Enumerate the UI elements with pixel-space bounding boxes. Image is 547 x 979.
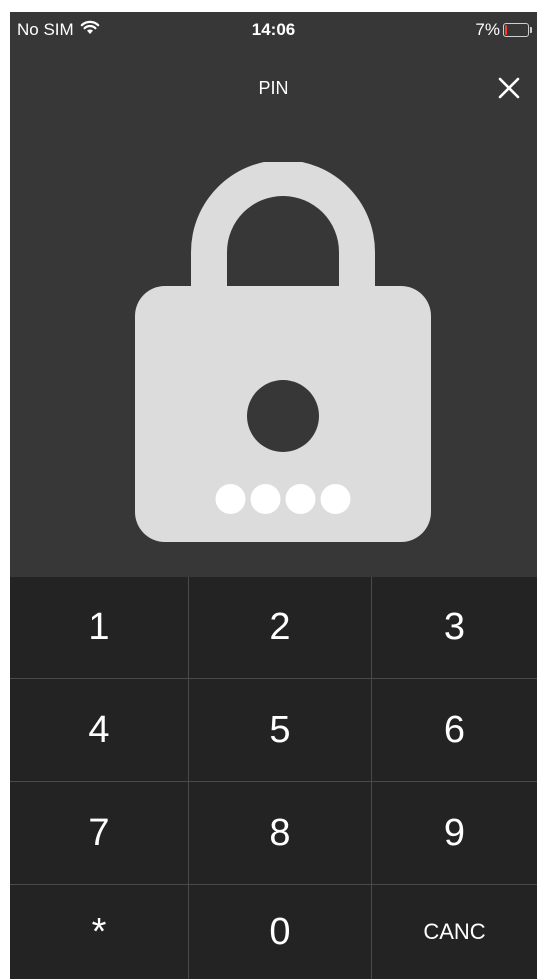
keyhole: [247, 380, 319, 452]
key-5[interactable]: 5: [189, 679, 372, 782]
nav-bar: PIN: [10, 52, 537, 122]
key-canc[interactable]: CANC: [372, 885, 537, 979]
battery-percent: 7%: [475, 20, 500, 39]
clock: 14:06: [251, 20, 296, 39]
keypad: 1 2 3 4 5 6 7 8 9 * 0 CANC: [10, 577, 537, 979]
key-7[interactable]: 7: [10, 782, 189, 885]
padlock-icon: [135, 162, 431, 542]
status-right: 7%: [475, 20, 532, 40]
key-star[interactable]: *: [10, 885, 189, 979]
pin-dot: [285, 484, 316, 514]
pin-dot: [320, 484, 351, 514]
close-button[interactable]: [495, 74, 523, 102]
close-icon: [498, 77, 520, 99]
battery-icon: [503, 23, 532, 37]
lock-area: [10, 122, 537, 577]
key-0[interactable]: 0: [189, 885, 372, 979]
key-2[interactable]: 2: [189, 577, 372, 679]
key-3[interactable]: 3: [372, 577, 537, 679]
pin-screen: No SIM 14:06 7% PIN 1 2 3 4 5 6 7 8 9 * …: [10, 12, 537, 979]
battery-level: [505, 25, 507, 35]
page-title: PIN: [258, 78, 289, 98]
key-9[interactable]: 9: [372, 782, 537, 885]
pin-dot: [250, 484, 281, 514]
key-8[interactable]: 8: [189, 782, 372, 885]
status-bar: No SIM 14:06 7%: [10, 12, 537, 52]
key-4[interactable]: 4: [10, 679, 189, 782]
key-6[interactable]: 6: [372, 679, 537, 782]
key-1[interactable]: 1: [10, 577, 189, 679]
pin-dot: [215, 484, 246, 514]
